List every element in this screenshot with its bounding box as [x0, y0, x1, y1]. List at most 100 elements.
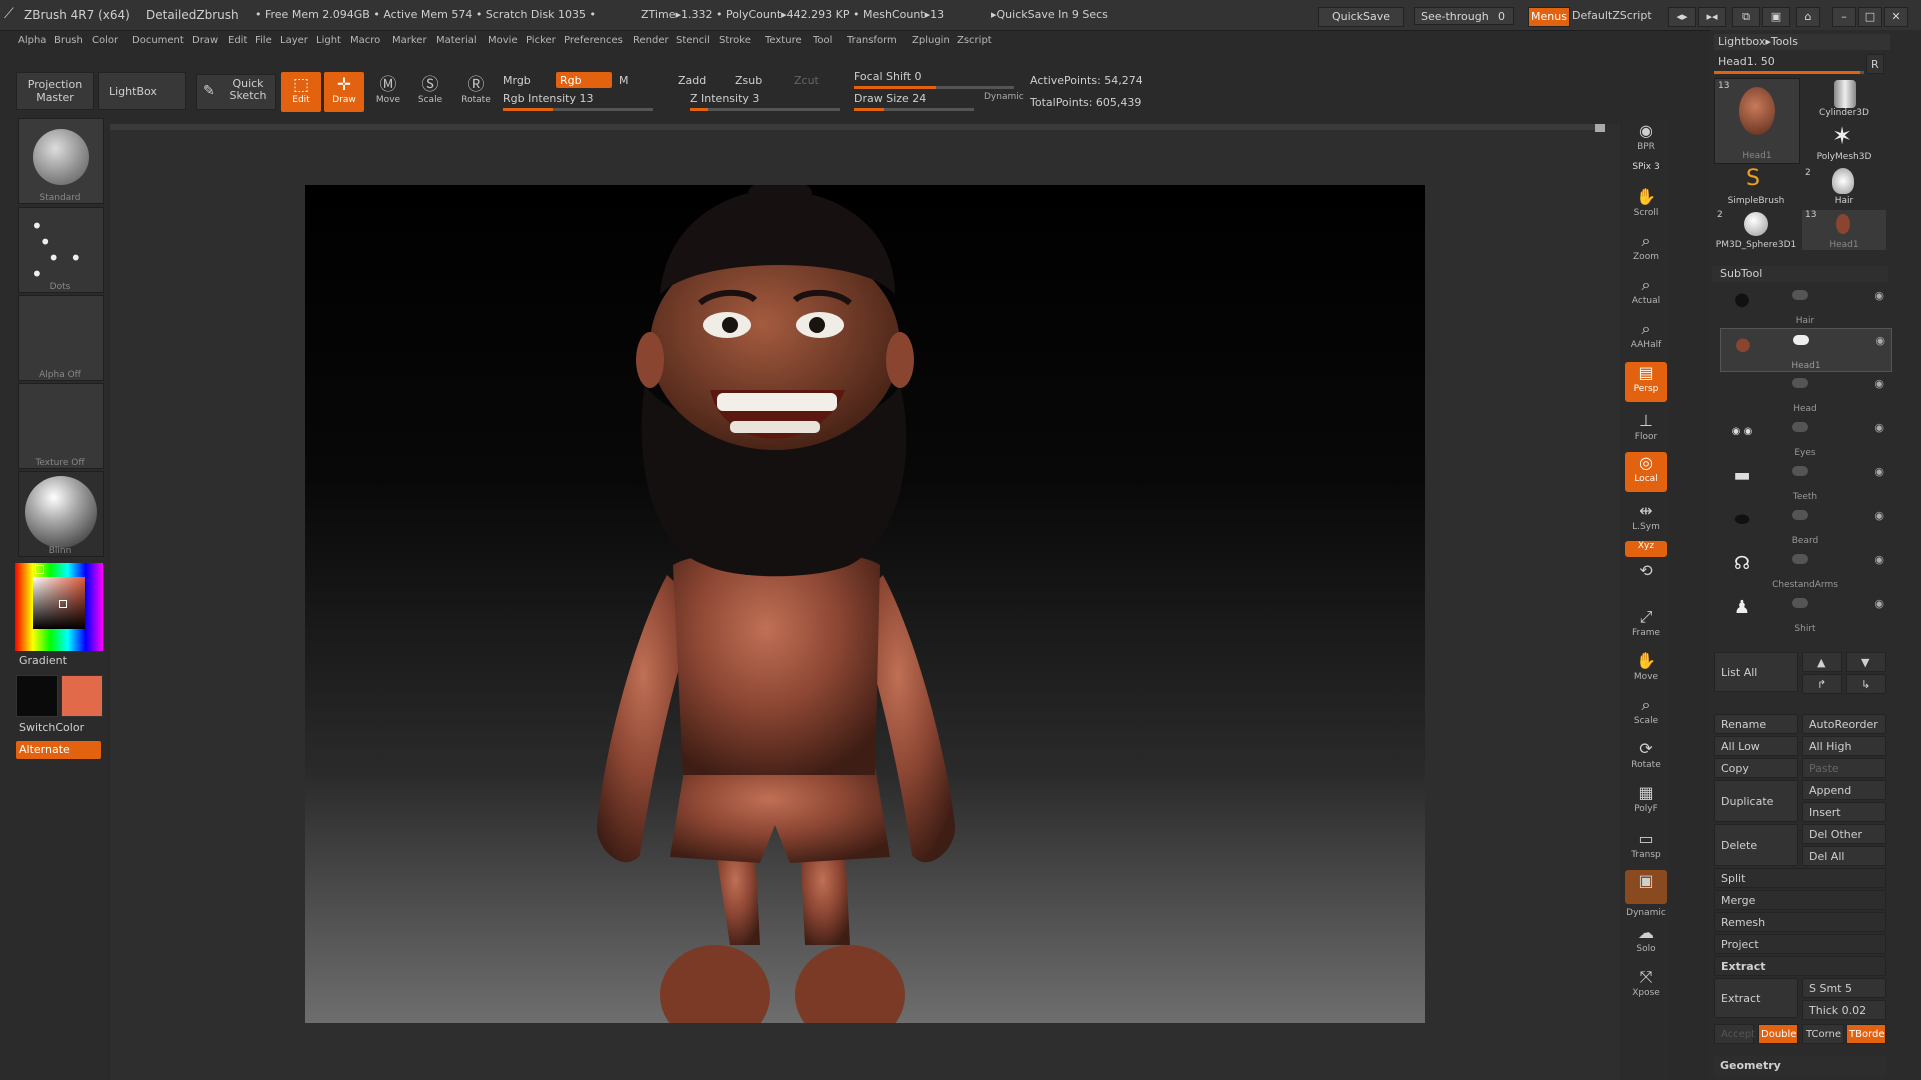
subtool-toggle[interactable] [1792, 510, 1808, 520]
ghost-button[interactable]: ▣ [1625, 870, 1667, 904]
subtool-toggle[interactable] [1792, 290, 1808, 300]
subtool-row-head1-selected[interactable]: ● ◉ Head1 [1720, 328, 1892, 372]
rotate-view-button[interactable]: ⟳ Rotate [1625, 738, 1667, 778]
zoom-button[interactable]: ⌕ Zoom [1625, 230, 1667, 270]
tool-thumb-sphere[interactable]: 2 PM3D_Sphere3D1 [1714, 210, 1798, 250]
move-view-button[interactable]: ✋ Move [1625, 650, 1667, 690]
subtool-toggle[interactable] [1792, 466, 1808, 476]
s-smt-slider[interactable]: S Smt 5 [1802, 978, 1886, 998]
stroke-thumbnail[interactable]: • • • • • [18, 207, 104, 293]
quicksave-button[interactable]: QuickSave [1318, 7, 1404, 27]
quick-sketch-button[interactable]: ✎ Quick Sketch [196, 74, 276, 110]
double-toggle[interactable]: Double [1758, 1024, 1798, 1044]
alpha-thumbnail[interactable] [18, 295, 104, 381]
menu-transform[interactable]: Transform [847, 35, 897, 46]
scroll-button[interactable]: ✋ Scroll [1625, 186, 1667, 226]
del-all-button[interactable]: Del All [1802, 846, 1886, 866]
visibility-eye-icon[interactable]: ◉ [1874, 597, 1884, 610]
transp-button[interactable]: ▭ Transp [1625, 828, 1667, 868]
geometry-menu-header[interactable]: Geometry [1714, 1056, 1886, 1076]
ui-colors-icon[interactable]: ▣ [1762, 7, 1790, 27]
lock-icon[interactable]: ⌂ [1796, 7, 1820, 27]
scale-view-button[interactable]: ⌕ Scale [1625, 694, 1667, 734]
remesh-menu[interactable]: Remesh [1714, 912, 1886, 932]
rotate-mode-button[interactable]: Ⓡ Rotate [456, 72, 496, 112]
delete-button[interactable]: Delete [1714, 824, 1798, 866]
tool-palette-header[interactable]: Lightbox▸Tools [1714, 34, 1890, 50]
lightbox-button[interactable]: LightBox [98, 72, 186, 110]
close-icon[interactable]: ✕ [1884, 7, 1908, 27]
m-button[interactable]: M [619, 74, 629, 87]
menu-preferences[interactable]: Preferences [564, 35, 623, 46]
visibility-eye-icon[interactable]: ◉ [1874, 509, 1884, 522]
move-mode-button[interactable]: Ⓜ Move [368, 72, 408, 112]
menu-edit[interactable]: Edit [228, 35, 247, 46]
floor-button[interactable]: ⊥ Floor [1625, 410, 1667, 450]
menu-alpha[interactable]: Alpha [18, 35, 46, 46]
all-low-button[interactable]: All Low [1714, 736, 1798, 756]
alternate-button[interactable]: Alternate [16, 741, 101, 759]
spix-slider[interactable]: SPix 3 [1625, 162, 1667, 182]
menu-stencil[interactable]: Stencil [676, 35, 710, 46]
gradient-label[interactable]: Gradient [19, 654, 67, 667]
insert-button[interactable]: Insert [1802, 802, 1886, 822]
tool-r-button[interactable]: R [1866, 54, 1884, 74]
default-zscript-button[interactable]: DefaultZScript [1572, 9, 1652, 22]
actual-button[interactable]: ⌕ Actual [1625, 274, 1667, 314]
layout-left-icon[interactable]: ◂▸ [1668, 7, 1696, 27]
menu-brush[interactable]: Brush [54, 35, 83, 46]
texture-thumbnail[interactable] [18, 383, 104, 469]
material-thumbnail[interactable] [18, 471, 104, 557]
tool-thumb-head1[interactable]: 13 Head1 [1714, 78, 1800, 164]
duplicate-button[interactable]: Duplicate [1714, 780, 1798, 822]
append-button[interactable]: Append [1802, 780, 1886, 800]
lightbox-tools-link[interactable]: Lightbox▸Tools [1718, 35, 1798, 48]
z-intensity-slider[interactable] [690, 108, 840, 111]
rename-button[interactable]: Rename [1714, 714, 1798, 734]
menu-stroke[interactable]: Stroke [719, 35, 751, 46]
tcorne-toggle[interactable]: TCorne [1802, 1024, 1844, 1044]
subtool-row-head[interactable]: ◉ Head [1720, 372, 1890, 414]
local-button[interactable]: ◎ Local [1625, 452, 1667, 492]
visibility-eye-icon[interactable]: ◉ [1874, 421, 1884, 434]
hue-marker[interactable] [35, 565, 44, 574]
layout-right-icon[interactable]: ▸◂ [1698, 7, 1726, 27]
subtool-row-beard[interactable]: ⬬ ◉ Beard [1720, 504, 1890, 546]
switch-color-button[interactable]: SwitchColor [19, 721, 84, 734]
menu-material[interactable]: Material [436, 35, 477, 46]
dynamic-toggle[interactable]: Dynamic [984, 92, 1024, 102]
canvas-horizontal-scrollbar[interactable] [110, 124, 1600, 130]
menu-file[interactable]: File [255, 35, 272, 46]
accept-button[interactable]: Accept [1714, 1024, 1755, 1044]
all-high-button[interactable]: All High [1802, 736, 1886, 756]
visibility-eye-icon[interactable]: ◉ [1874, 465, 1884, 478]
subtool-toggle[interactable] [1792, 554, 1808, 564]
menu-color[interactable]: Color [92, 35, 118, 46]
merge-menu[interactable]: Merge [1714, 890, 1886, 910]
current-tool-slider[interactable]: Head1. 50 [1714, 54, 1864, 74]
menus-button[interactable]: Menus [1528, 7, 1570, 27]
ui-layout-icon[interactable]: ⧉ [1732, 7, 1760, 27]
subtool-toggle[interactable] [1792, 378, 1808, 388]
minimize-icon[interactable]: – [1832, 7, 1856, 27]
menu-layer[interactable]: Layer [280, 35, 308, 46]
visibility-eye-icon[interactable]: ◉ [1874, 377, 1884, 390]
subtool-row-hair[interactable]: ● ◉ Hair [1720, 284, 1890, 326]
zsub-button[interactable]: Zsub [735, 74, 762, 87]
subtool-toggle[interactable] [1792, 422, 1808, 432]
menu-draw[interactable]: Draw [192, 35, 218, 46]
list-all-button[interactable]: List All [1714, 652, 1798, 692]
color-marker[interactable] [59, 600, 67, 608]
rotate-axis-button[interactable]: ⟲ [1625, 560, 1667, 596]
color-picker[interactable] [15, 563, 103, 651]
brush-thumbnail[interactable] [18, 118, 104, 204]
menu-document[interactable]: Document [132, 35, 184, 46]
del-other-button[interactable]: Del Other [1802, 824, 1886, 844]
frame-button[interactable]: ⤢ Frame [1625, 606, 1667, 646]
polyf-button[interactable]: ▦ PolyF [1625, 782, 1667, 822]
subtool-row-chestandarms[interactable]: ☊ ◉ ChestandArms [1720, 548, 1890, 590]
menu-render[interactable]: Render [633, 35, 669, 46]
xpose-button[interactable]: ⤧ Xpose [1625, 966, 1667, 1006]
canvas-scroll-handle[interactable] [1595, 124, 1605, 132]
menu-marker[interactable]: Marker [392, 35, 427, 46]
